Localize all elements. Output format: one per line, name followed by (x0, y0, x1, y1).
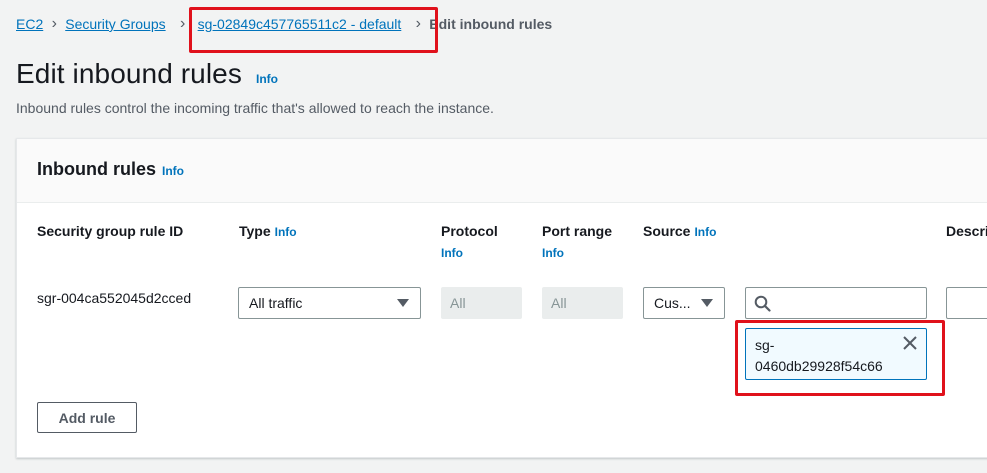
chevron-right-icon: › (415, 15, 421, 32)
port-range-info-link[interactable]: Info (542, 246, 564, 260)
protocol-field: All (441, 287, 522, 319)
breadcrumb-current: Edit inbound rules (429, 16, 553, 32)
panel-title: Inbound rules (37, 159, 156, 179)
column-header-description-label: Descri (946, 223, 987, 239)
breadcrumb: EC2 › Security Groups › sg-02849c4577655… (16, 15, 552, 33)
breadcrumb-link-security-group[interactable]: sg-02849c457765511c2 - default (198, 16, 402, 32)
column-header-rule-id-label: Security group rule ID (37, 223, 184, 239)
caret-down-icon (397, 299, 409, 307)
column-header-port-range: Port range (542, 223, 612, 239)
source-select-value: Cus... (654, 295, 691, 311)
column-header-type-label: Type (239, 223, 271, 239)
breadcrumb-link-ec2[interactable]: EC2 (16, 16, 43, 32)
chevron-right-icon: › (179, 15, 186, 32)
source-select[interactable]: Cus... (643, 287, 725, 319)
chevron-right-icon: › (51, 15, 57, 32)
type-select-value: All traffic (249, 295, 303, 311)
page-description: Inbound rules control the incoming traff… (16, 100, 494, 116)
panel-header: Inbound rules Info (17, 139, 987, 203)
column-header-source-label: Source (643, 223, 691, 239)
column-header-protocol: Protocol (441, 223, 498, 239)
page-title: Edit inbound rules (16, 58, 242, 89)
source-token-line1: sg- (755, 337, 775, 353)
protocol-info-link[interactable]: Info (441, 246, 463, 260)
caret-down-icon (701, 299, 713, 307)
column-header-port-range-label: Port range (542, 223, 613, 239)
source-token-line2: 0460db29928f54c66 (755, 358, 883, 374)
type-info-link[interactable]: Info (275, 225, 297, 239)
panel-info-link[interactable]: Info (162, 164, 184, 178)
source-token: sg- 0460db29928f54c66 (745, 328, 927, 380)
port-range-value: All (551, 295, 567, 311)
source-info-link[interactable]: Info (694, 225, 716, 239)
search-icon (754, 295, 771, 312)
description-input[interactable] (946, 287, 987, 319)
inbound-rules-panel: Inbound rules Info Security group rule I… (16, 138, 987, 458)
type-select[interactable]: All traffic (238, 287, 421, 319)
column-header-source: Source Info (643, 223, 716, 239)
column-header-type: Type Info (239, 223, 297, 239)
source-search-input[interactable] (745, 287, 927, 319)
protocol-value: All (450, 295, 466, 311)
rule-id: sgr-004ca552045d2cced (37, 290, 192, 306)
column-header-rule-id: Security group rule ID (37, 223, 183, 239)
port-range-field: All (542, 287, 623, 319)
add-rule-button[interactable]: Add rule (37, 402, 137, 433)
breadcrumb-link-security-groups[interactable]: Security Groups (65, 16, 165, 32)
column-header-protocol-label: Protocol (441, 223, 498, 239)
close-icon[interactable] (902, 335, 918, 351)
column-header-description: Descri (946, 223, 987, 239)
page-info-link[interactable]: Info (256, 72, 278, 86)
